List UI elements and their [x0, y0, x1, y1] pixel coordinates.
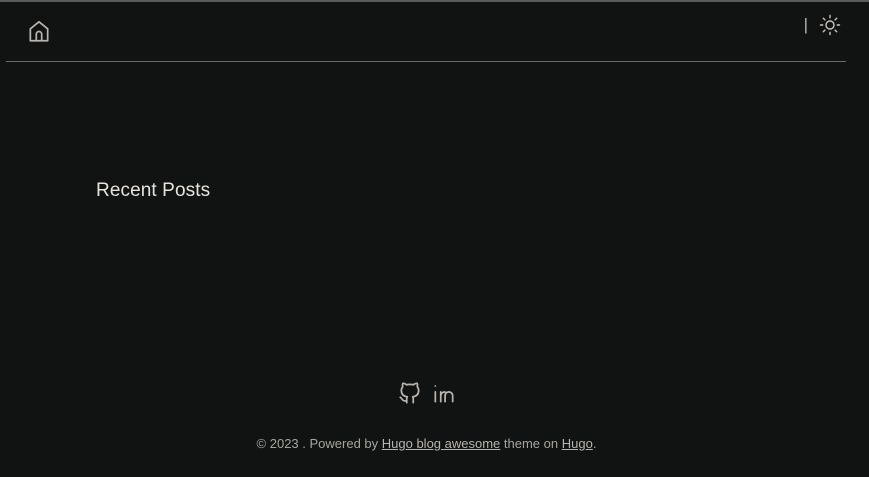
nav-separator: |	[803, 15, 808, 34]
site-footer: © 2023 . Powered by Hugo blog awesome th…	[0, 380, 853, 451]
main-content: Recent Posts	[96, 180, 210, 202]
hugo-link[interactable]: Hugo	[562, 436, 593, 451]
github-link[interactable]	[397, 380, 423, 406]
theme-link[interactable]: Hugo blog awesome	[382, 436, 501, 451]
sun-icon	[819, 14, 841, 36]
home-icon	[29, 20, 49, 42]
copyright-suffix: .	[592, 436, 597, 451]
copyright-prefix: © 2023 . Powered by	[256, 436, 382, 451]
github-icon	[398, 382, 420, 404]
linkedin-link[interactable]	[431, 380, 457, 406]
nav-right: |	[804, 13, 842, 37]
social-links	[0, 380, 853, 410]
copyright-middle: theme on	[500, 436, 562, 451]
linkedin-icon	[433, 385, 454, 403]
recent-posts-heading: Recent Posts	[96, 180, 211, 201]
theme-toggle-button[interactable]	[818, 13, 842, 37]
site-header: |	[6, 2, 846, 62]
home-link[interactable]	[26, 18, 52, 44]
copyright-line: © 2023 . Powered by Hugo blog awesome th…	[0, 436, 853, 451]
